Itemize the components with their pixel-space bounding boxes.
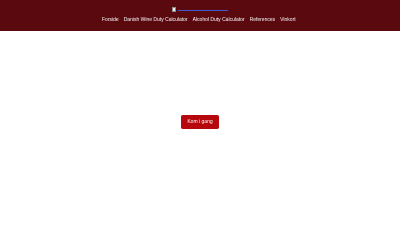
nav-item-forside[interactable]: Forside xyxy=(102,17,119,24)
broken-image-icon xyxy=(172,6,176,12)
nav-item-references[interactable]: References xyxy=(250,17,276,24)
main-nav: Forside Danish Wine Duty Calculator Alco… xyxy=(102,17,296,24)
nav-item-danish-wine-duty-calculator[interactable]: Danish Wine Duty Calculator xyxy=(124,17,188,24)
site-logo-link[interactable] xyxy=(172,6,228,12)
logo-link-underline xyxy=(178,10,228,11)
site-header: Forside Danish Wine Duty Calculator Alco… xyxy=(0,0,400,31)
nav-item-alcohol-duty-calculator[interactable]: Alcohol Duty Calculator xyxy=(193,17,245,24)
get-started-button[interactable]: Kom i gang xyxy=(181,115,219,129)
nav-item-vinkort[interactable]: Vinkort xyxy=(280,17,295,24)
